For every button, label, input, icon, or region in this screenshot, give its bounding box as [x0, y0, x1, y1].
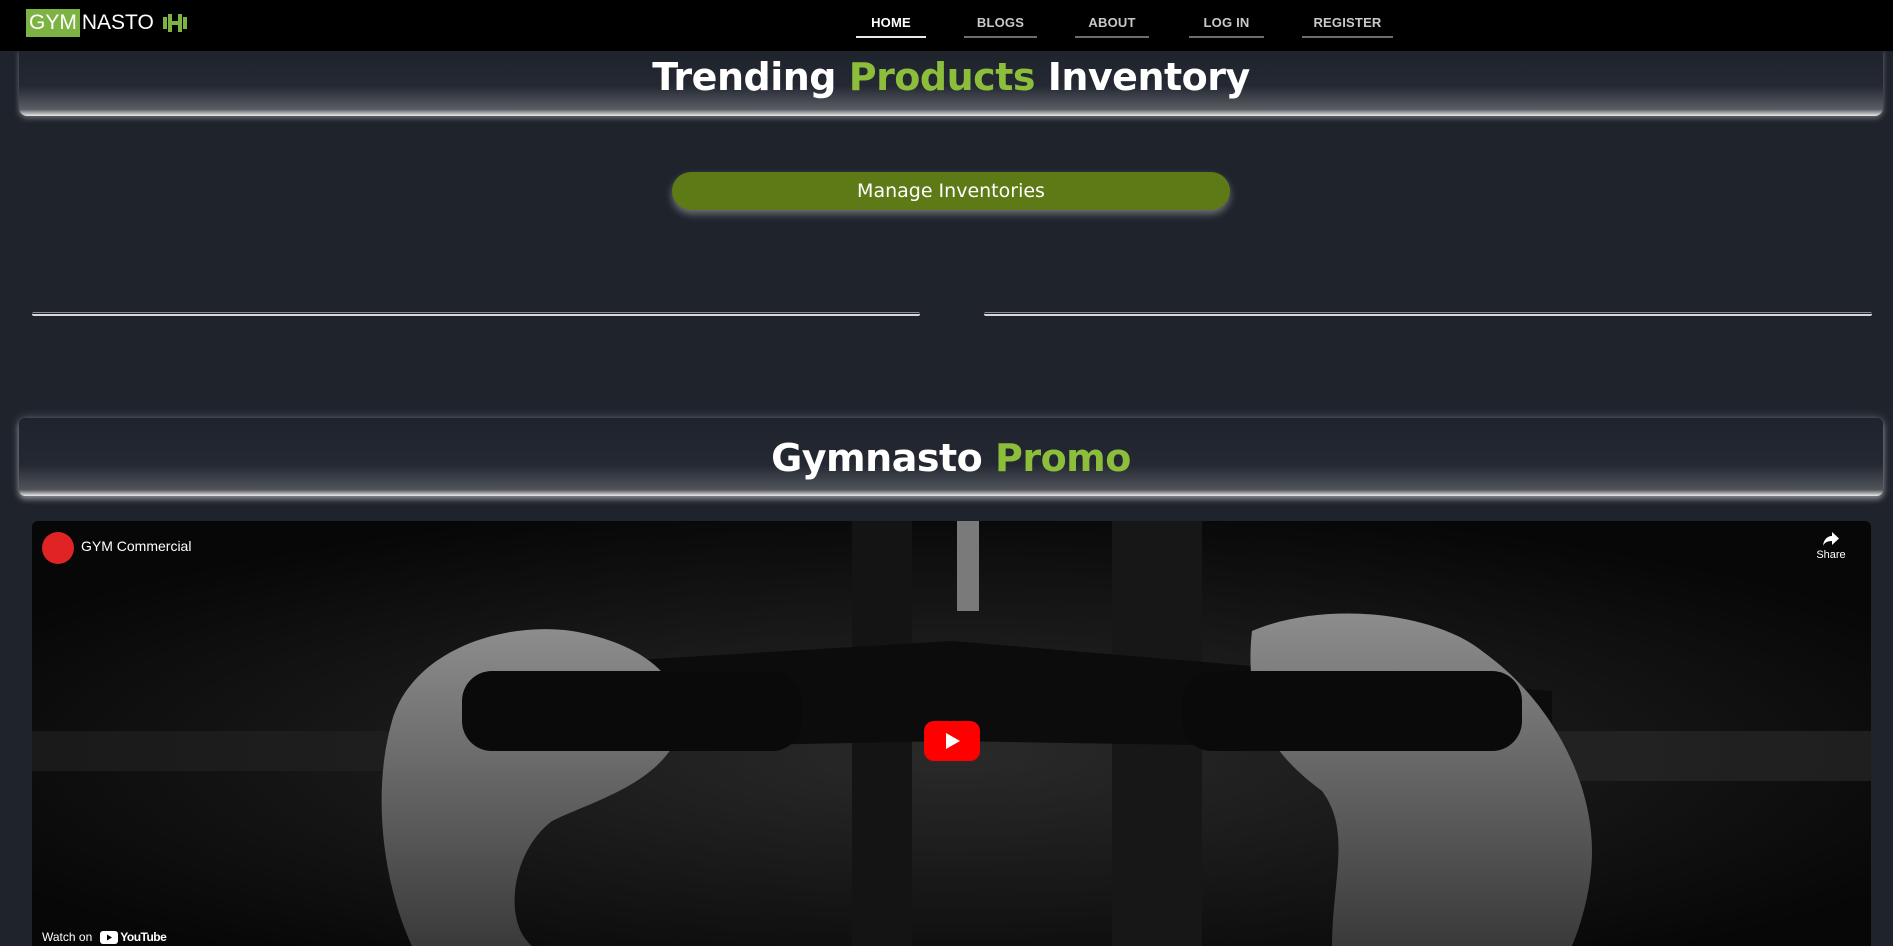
- watch-on-label: Watch on: [42, 930, 93, 944]
- trending-header-panel: Trending Products Inventory: [19, 49, 1883, 116]
- share-button[interactable]: Share: [1811, 531, 1851, 571]
- nav-links: HOME BLOGS ABOUT LOG IN REGISTER: [0, 0, 1893, 51]
- top-navbar: GYM NASTO HOME BLOGS ABOUT LOG IN REGIST…: [0, 0, 1893, 51]
- nav-blogs-link[interactable]: BLOGS: [964, 14, 1037, 38]
- promo-header-panel: Gymnasto Promo: [19, 418, 1883, 496]
- product-card-right: [984, 312, 1872, 316]
- promo-title: Gymnasto Promo: [19, 436, 1883, 480]
- trending-title: Trending Products Inventory: [19, 55, 1883, 99]
- promo-title-word1: Gymnasto: [771, 436, 983, 480]
- nav-about-link[interactable]: ABOUT: [1075, 14, 1149, 38]
- video-title[interactable]: GYM Commercial: [81, 538, 191, 554]
- trending-title-word3: Inventory: [1047, 55, 1251, 99]
- youtube-logo-icon: YouTube: [100, 930, 167, 944]
- watch-on-youtube-link[interactable]: Watch on YouTube: [42, 930, 167, 944]
- nav-home-link[interactable]: HOME: [856, 14, 926, 38]
- share-icon: [1823, 532, 1839, 546]
- manage-inventories-button[interactable]: Manage Inventories: [672, 172, 1230, 210]
- trending-title-word1: Trending: [652, 55, 836, 99]
- youtube-wordmark: YouTube: [120, 930, 167, 944]
- nav-register-link[interactable]: REGISTER: [1302, 14, 1393, 38]
- play-icon[interactable]: [924, 721, 980, 761]
- product-card-left: [32, 312, 920, 316]
- trending-title-word2: Products: [848, 55, 1036, 99]
- promo-title-word2: Promo: [994, 436, 1131, 480]
- share-label: Share: [1816, 549, 1846, 561]
- nav-login-link[interactable]: LOG IN: [1189, 14, 1264, 38]
- promo-video-player[interactable]: GYM Commercial Share Watch on YouTube: [32, 521, 1871, 946]
- channel-avatar[interactable]: [42, 532, 74, 564]
